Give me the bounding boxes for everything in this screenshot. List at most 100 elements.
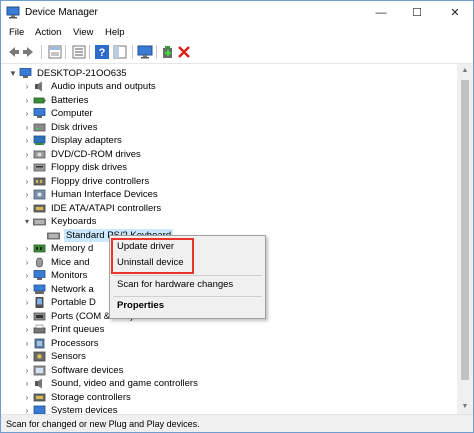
chevron-right-icon[interactable]: ›	[23, 161, 31, 174]
mouse-icon	[36, 257, 43, 267]
menu-file[interactable]: File	[9, 27, 24, 38]
tree-item-label: Floppy disk drives	[51, 162, 128, 173]
tree-item-label: Storage controllers	[51, 391, 131, 403]
vertical-scrollbar[interactable]: ▲ ▼	[457, 64, 473, 414]
sound-controller-icon	[35, 378, 42, 389]
tree-item-label: Network a	[51, 283, 94, 295]
network-adapter-icon	[33, 284, 46, 294]
chevron-down-icon[interactable]: ▼	[9, 67, 17, 80]
toolbar-separator	[132, 45, 133, 59]
chevron-right-icon[interactable]: ›	[23, 107, 31, 120]
menu-view[interactable]: View	[73, 27, 93, 38]
delete-x-icon[interactable]	[176, 44, 192, 60]
controller-icon	[33, 177, 46, 185]
back-arrow-icon[interactable]	[5, 44, 21, 60]
context-menu: Update driver Uninstall device Scan for …	[109, 235, 266, 319]
keyboard-icon	[47, 232, 60, 239]
toolbar-separator	[65, 45, 66, 59]
chevron-right-icon[interactable]: ›	[23, 256, 31, 269]
floppy-drive-icon	[33, 163, 46, 172]
printer-icon	[33, 324, 46, 334]
maximize-button[interactable]: ☐	[399, 1, 435, 25]
storage-controller-icon	[33, 393, 46, 401]
device-manager-window: Device Manager — ☐ ✕ File Action View He…	[0, 0, 474, 433]
chevron-right-icon[interactable]: ›	[23, 404, 31, 414]
chevron-right-icon[interactable]: ›	[23, 134, 31, 147]
scroll-up-icon[interactable]: ▲	[457, 64, 473, 78]
speaker-icon	[35, 81, 42, 92]
chevron-right-icon[interactable]: ›	[23, 188, 31, 201]
menu-help[interactable]: Help	[105, 27, 125, 38]
tree-item-label: Audio inputs and outputs	[51, 81, 156, 92]
tree-item-label: IDE ATA/ATAPI controllers	[51, 202, 162, 214]
sensor-icon	[33, 351, 46, 362]
chevron-right-icon[interactable]: ›	[23, 269, 31, 282]
portable-device-icon	[35, 297, 44, 308]
chevron-right-icon[interactable]: ›	[23, 175, 31, 188]
tree-item-label: Disk drives	[51, 121, 98, 133]
title-bar[interactable]: Device Manager — ☐ ✕	[1, 1, 473, 25]
help-icon[interactable]: ?	[94, 44, 110, 60]
disk-drive-icon	[33, 123, 46, 131]
system-device-icon	[33, 405, 46, 414]
toolbar-separator	[41, 45, 42, 59]
processor-icon	[34, 338, 45, 348]
add-driver-icon[interactable]	[160, 44, 176, 60]
tree-item-label: Sound, video and game controllers	[51, 378, 198, 389]
chevron-right-icon[interactable]: ›	[23, 391, 31, 404]
chevron-right-icon[interactable]: ›	[23, 364, 31, 377]
properties-grid-icon[interactable]	[47, 44, 63, 60]
scan-hardware-menu-item[interactable]: Scan for hardware changes	[117, 278, 233, 292]
panel-icon[interactable]	[112, 44, 128, 60]
toolbar: ?	[1, 41, 473, 64]
minimize-button[interactable]: —	[363, 1, 399, 25]
tree-item-label: Batteries	[51, 94, 89, 106]
chevron-right-icon[interactable]: ›	[23, 242, 31, 255]
chevron-right-icon[interactable]: ›	[23, 323, 31, 336]
software-device-icon	[33, 365, 46, 375]
tree-item-label: Print queues	[51, 324, 105, 335]
monitor-scan-icon[interactable]	[137, 44, 153, 60]
menu-action[interactable]: Action	[35, 27, 61, 38]
list-icon[interactable]	[71, 44, 87, 60]
tree-item-label: Portable D	[51, 297, 96, 308]
chevron-right-icon[interactable]: ›	[23, 337, 31, 350]
computer-icon	[33, 108, 46, 118]
chevron-right-icon[interactable]: ›	[23, 283, 31, 296]
tree-item-label: DVD/CD-ROM drives	[51, 148, 141, 160]
toolbar-separator	[89, 45, 90, 59]
window-title: Device Manager	[25, 7, 98, 18]
chevron-right-icon[interactable]: ›	[23, 80, 31, 93]
tree-item-label: Processors	[51, 337, 99, 349]
menu-bar: File Action View Help	[1, 25, 473, 41]
tree-item-label: Human Interface Devices	[51, 189, 158, 200]
chevron-right-icon[interactable]: ›	[23, 94, 31, 107]
chevron-right-icon[interactable]: ›	[23, 350, 31, 363]
forward-arrow-icon[interactable]	[21, 44, 37, 60]
memory-icon	[33, 244, 46, 253]
device-manager-icon	[6, 6, 20, 19]
tree-item-label: Memory d	[51, 243, 94, 254]
dvd-drive-icon	[33, 150, 46, 158]
chevron-right-icon[interactable]: ›	[23, 121, 31, 134]
status-text: Scan for changed or new Plug and Play de…	[6, 419, 200, 429]
tree-item-label: Mice and	[51, 256, 90, 268]
toolbar-separator	[156, 45, 157, 59]
menu-separator	[113, 296, 262, 297]
properties-menu-item[interactable]: Properties	[117, 299, 164, 313]
menu-separator	[113, 275, 262, 276]
scrollbar-thumb[interactable]	[461, 80, 469, 380]
tree-item-label: Keyboards	[51, 216, 97, 227]
close-button[interactable]: ✕	[437, 1, 473, 25]
tree-item-label: Software devices	[51, 364, 124, 376]
svg-text:?: ?	[99, 47, 106, 59]
chevron-right-icon[interactable]: ›	[23, 202, 31, 215]
chevron-right-icon[interactable]: ›	[23, 296, 31, 309]
chevron-right-icon[interactable]: ›	[23, 148, 31, 161]
scroll-down-icon[interactable]: ▼	[457, 400, 473, 414]
tree-root-label: DESKTOP-21OO635	[37, 68, 127, 79]
chevron-down-icon[interactable]: ▾	[23, 215, 31, 228]
red-highlight-box	[111, 238, 194, 274]
chevron-right-icon[interactable]: ›	[23, 310, 31, 323]
chevron-right-icon[interactable]: ›	[23, 377, 31, 390]
